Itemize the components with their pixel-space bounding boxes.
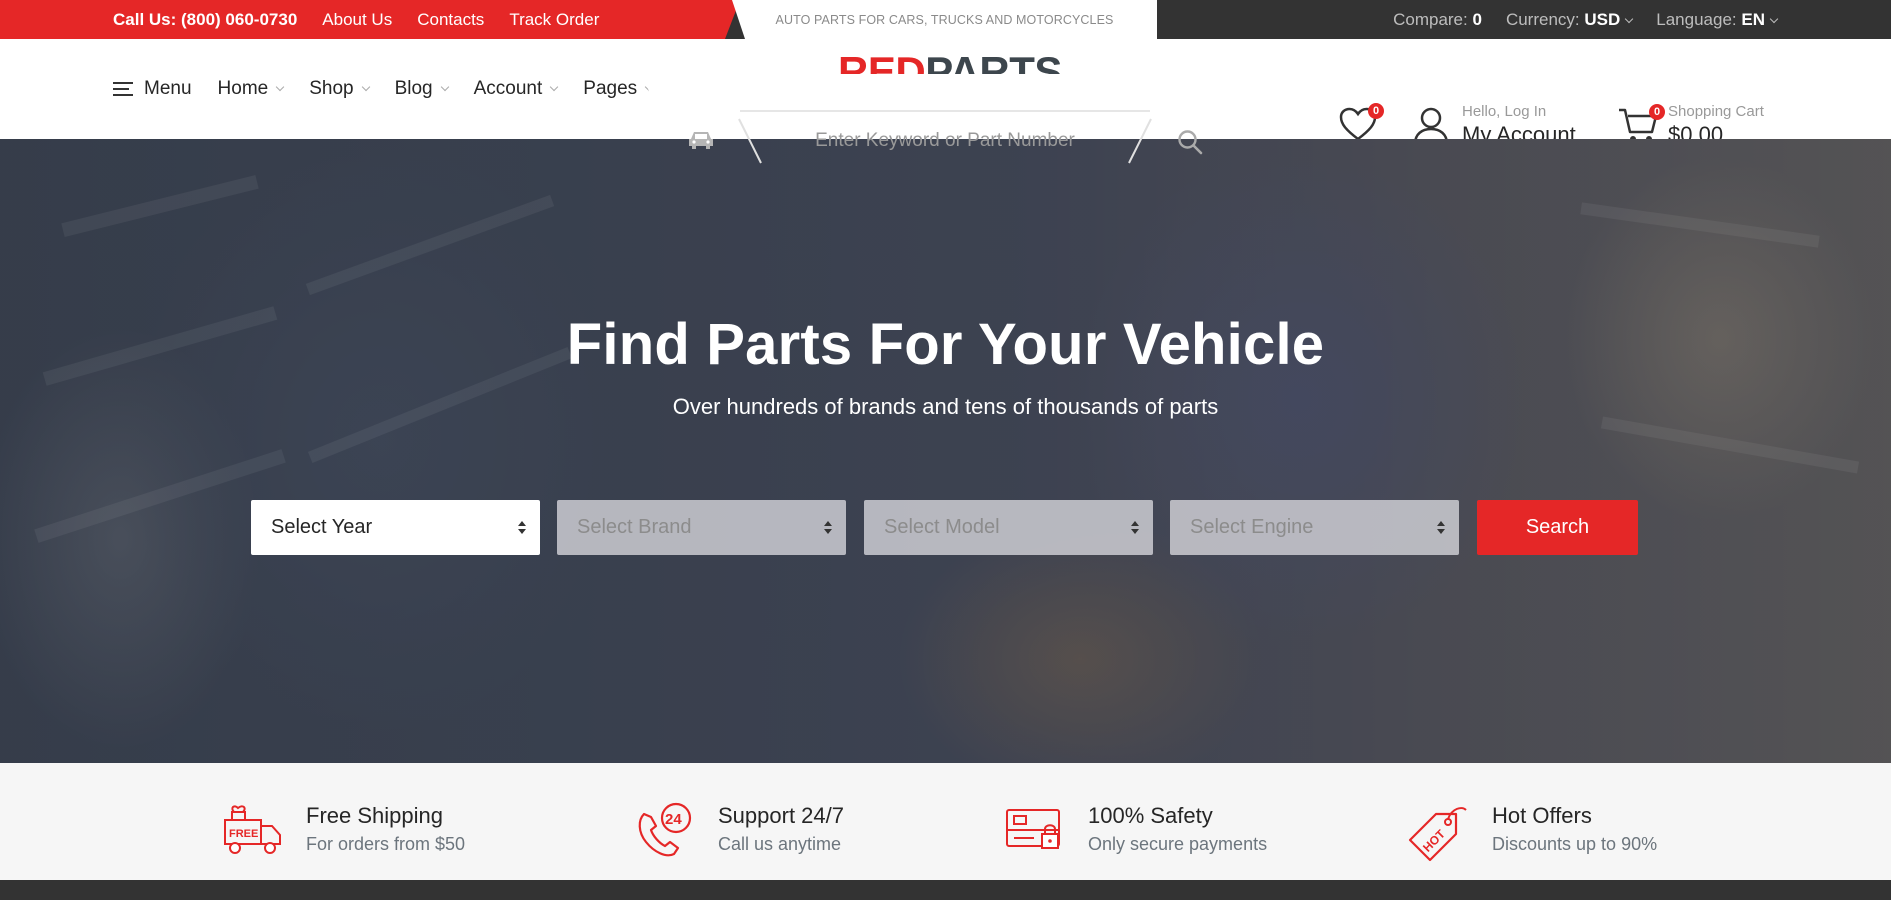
feature-free-shipping: FREE Free Shipping For orders from $50 xyxy=(222,802,465,858)
feature-title: 100% Safety xyxy=(1088,803,1213,828)
features-bar: FREE Free Shipping For orders from $50 2… xyxy=(0,763,1891,880)
feature-safety: 100% Safety Only secure payments xyxy=(1004,802,1267,858)
hero-subtitle: Over hundreds of brands and tens of thou… xyxy=(672,394,1219,419)
select-engine[interactable]: Select Engine xyxy=(1170,500,1459,555)
feature-title: Hot Offers xyxy=(1492,803,1592,828)
cart-label: Shopping Cart xyxy=(1668,103,1764,120)
language-value: EN xyxy=(1741,9,1765,29)
feature-hot-offers: HOT Hot Offers Discounts up to 90% xyxy=(1406,802,1657,864)
select-year[interactable]: Select Year xyxy=(251,500,540,555)
search-input[interactable] xyxy=(760,124,1130,158)
phone-number[interactable]: Call Us: (800) 060-0730 xyxy=(113,10,297,30)
link-about-us[interactable]: About Us xyxy=(322,10,392,30)
feature-subtitle: Discounts up to 90% xyxy=(1492,834,1658,854)
chevron-down-icon xyxy=(1769,14,1779,23)
chevron-down-icon xyxy=(440,82,449,92)
select-arrows-icon xyxy=(518,521,526,535)
language-dropdown[interactable]: Language: EN xyxy=(1656,9,1779,30)
vehicle-search-button[interactable]: Search xyxy=(1477,500,1638,555)
nav-item-blog[interactable]: Blog xyxy=(395,78,449,100)
svg-text:24: 24 xyxy=(665,811,682,828)
page: Call Us: (800) 060-0730 About Us Contact… xyxy=(0,0,1891,880)
link-track-order[interactable]: Track Order xyxy=(509,10,599,30)
svg-text:HOT: HOT xyxy=(1420,826,1448,854)
top-bar-right: Compare: 0 Currency: USD Language: EN xyxy=(1393,0,1779,39)
feature-title: Support 24/7 xyxy=(718,803,844,828)
menu-label: Menu xyxy=(144,78,192,99)
top-bar-left: Call Us: (800) 060-0730 About Us Contact… xyxy=(113,0,599,39)
chevron-down-icon xyxy=(361,82,370,92)
chevron-down-icon xyxy=(275,82,285,92)
account-greeting: Hello, Log In xyxy=(1462,103,1547,120)
hamburger-icon xyxy=(113,82,133,96)
svg-text:FREE: FREE xyxy=(229,828,258,840)
free-shipping-truck-icon: FREE xyxy=(224,805,281,854)
cart-count: 0 xyxy=(1649,103,1665,120)
nav-item-home[interactable]: Home xyxy=(218,78,285,100)
compare-count: 0 xyxy=(1472,9,1482,29)
nav-item-shop[interactable]: Shop xyxy=(309,78,370,100)
nav-item-pages[interactable]: Pages xyxy=(583,78,654,100)
wishlist-count: 0 xyxy=(1368,103,1384,119)
top-bar: Call Us: (800) 060-0730 About Us Contact… xyxy=(0,0,1891,39)
search-bar xyxy=(643,74,1248,130)
tagline: AUTO PARTS FOR CARS, TRUCKS AND MOTORCYC… xyxy=(775,13,1114,27)
compare-link[interactable]: Compare: 0 xyxy=(1393,10,1482,30)
feature-title: Free Shipping xyxy=(306,803,443,828)
select-model[interactable]: Select Model xyxy=(864,500,1153,555)
feature-support: 24 Support 24/7 Call us anytime xyxy=(634,802,844,860)
nav-item-account[interactable]: Account xyxy=(474,78,559,100)
currency-dropdown[interactable]: Currency: USD xyxy=(1506,9,1634,30)
chevron-down-icon xyxy=(550,82,559,92)
link-contacts[interactable]: Contacts xyxy=(417,10,484,30)
menu-button[interactable]: Menu xyxy=(113,78,192,100)
feature-subtitle: Call us anytime xyxy=(718,834,842,854)
currency-value: USD xyxy=(1584,9,1621,29)
feature-subtitle: Only secure payments xyxy=(1088,834,1268,854)
select-brand[interactable]: Select Brand xyxy=(557,500,846,555)
support-24-icon: 24 xyxy=(638,802,692,857)
tagline-tab: AUTO PARTS FOR CARS, TRUCKS AND MOTORCYC… xyxy=(732,0,1157,39)
search-icon[interactable] xyxy=(1177,129,1203,155)
hero-title: Find Parts For Your Vehicle xyxy=(566,312,1325,377)
hot-tag-icon: HOT xyxy=(1408,807,1467,862)
select-arrows-icon xyxy=(1131,521,1139,535)
chevron-down-icon xyxy=(1625,14,1634,23)
select-arrows-icon xyxy=(1437,521,1445,535)
secure-payment-card-icon xyxy=(1006,809,1060,849)
car-icon[interactable] xyxy=(687,129,715,151)
main-nav: Menu Home Shop Blog Account Pages xyxy=(113,39,654,139)
hero-banner: Find Parts For Your Vehicle Over hundred… xyxy=(0,139,1891,763)
search-divider-right xyxy=(1128,118,1152,164)
feature-subtitle: For orders from $50 xyxy=(306,834,466,854)
select-arrows-icon xyxy=(824,521,832,535)
